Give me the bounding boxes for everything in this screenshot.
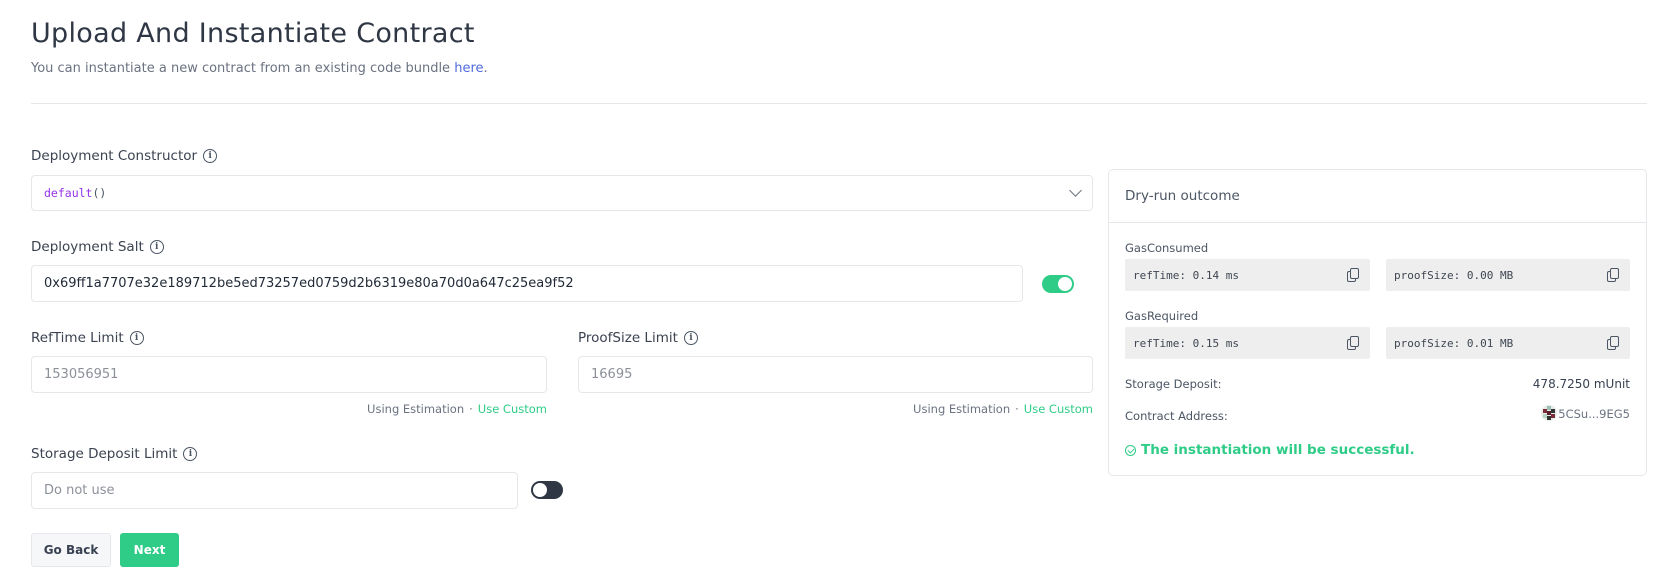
proofsize-use-custom-link[interactable]: Use Custom: [1024, 402, 1093, 416]
proofsize-helper: Using Estimation · Use Custom: [913, 402, 1093, 416]
identicon-icon: [1541, 405, 1557, 421]
storage-limit-label: Storage Deposit Limit i: [31, 446, 198, 462]
here-link[interactable]: here: [454, 61, 483, 76]
copy-icon[interactable]: [1607, 268, 1620, 282]
storage-limit-input[interactable]: Do not use: [31, 472, 518, 509]
info-icon[interactable]: i: [203, 149, 218, 163]
salt-input[interactable]: 0x69ff1a7707e32e189712be5ed73257ed0759d2…: [31, 265, 1023, 302]
reftime-use-custom-link[interactable]: Use Custom: [478, 402, 547, 416]
gas-required-reftime: refTime: 0.15 ms: [1125, 327, 1370, 359]
page-title: Upload And Instantiate Contract: [31, 18, 475, 49]
storage-deposit-label: Storage Deposit:: [1125, 377, 1222, 391]
next-button[interactable]: Next: [120, 533, 179, 567]
salt-toggle[interactable]: [1042, 275, 1074, 293]
proofsize-input[interactable]: 16695: [578, 356, 1093, 393]
dry-run-panel: Dry-run outcome GasConsumed refTime: 0.1…: [1108, 169, 1647, 476]
info-icon[interactable]: i: [129, 331, 144, 345]
copy-icon[interactable]: [1347, 336, 1360, 350]
check-circle-icon: [1125, 444, 1136, 456]
constructor-label: Deployment Constructor i: [31, 148, 218, 164]
salt-label: Deployment Salt i: [31, 239, 164, 255]
gas-consumed-label: GasConsumed: [1125, 241, 1209, 255]
info-icon[interactable]: i: [183, 447, 198, 461]
gas-consumed-reftime: refTime: 0.14 ms: [1125, 259, 1370, 291]
success-message: The instantiation will be successful.: [1125, 442, 1415, 458]
reftime-input[interactable]: 153056951: [31, 356, 547, 393]
storage-limit-toggle[interactable]: [531, 481, 563, 499]
reftime-label: RefTime Limit i: [31, 330, 144, 346]
page-subtitle: You can instantiate a new contract from …: [31, 61, 488, 76]
info-icon[interactable]: i: [149, 240, 164, 254]
toggle-knob: [1058, 277, 1072, 291]
toggle-knob: [533, 483, 547, 497]
header-divider: [31, 103, 1647, 104]
storage-deposit-value: 478.7250 mUnit: [1532, 377, 1630, 391]
copy-icon[interactable]: [1347, 268, 1360, 282]
gas-required-label: GasRequired: [1125, 309, 1199, 323]
contract-address-label: Contract Address:: [1125, 409, 1228, 423]
go-back-button[interactable]: Go Back: [31, 533, 111, 567]
proofsize-label: ProofSize Limit i: [578, 330, 698, 346]
info-icon[interactable]: i: [683, 331, 698, 345]
gas-consumed-proofsize: proofSize: 0.00 MB: [1386, 259, 1630, 291]
gas-required-proofsize: proofSize: 0.01 MB: [1386, 327, 1630, 359]
copy-icon[interactable]: [1607, 336, 1620, 350]
contract-address-value[interactable]: 5CSu...9EG5: [1558, 407, 1630, 421]
constructor-select[interactable]: default(): [31, 175, 1093, 211]
dry-run-title: Dry-run outcome: [1109, 170, 1646, 223]
chevron-down-icon: [1069, 184, 1082, 197]
reftime-helper: Using Estimation · Use Custom: [367, 402, 547, 416]
